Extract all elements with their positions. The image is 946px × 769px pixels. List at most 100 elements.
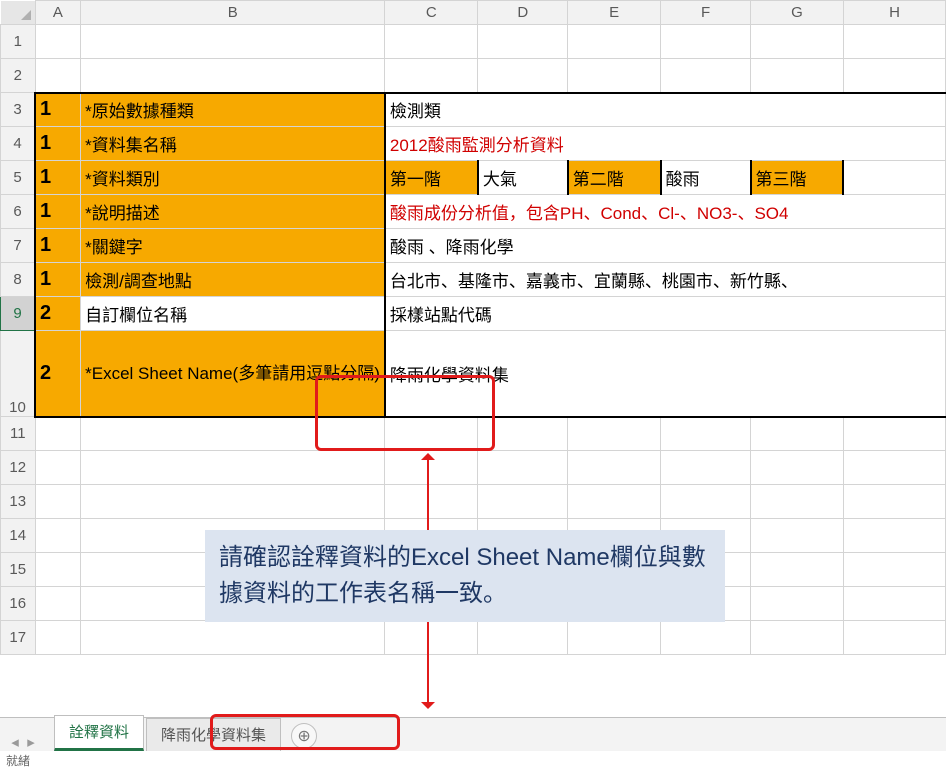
- cell[interactable]: [385, 587, 478, 621]
- tab-nav-prev-icon[interactable]: ◂: [8, 733, 22, 751]
- cell[interactable]: [661, 485, 751, 519]
- col-header-F[interactable]: F: [661, 1, 751, 25]
- col-header-G[interactable]: G: [751, 1, 844, 25]
- cell[interactable]: [35, 59, 81, 93]
- cell[interactable]: [568, 417, 661, 451]
- cell[interactable]: [568, 25, 661, 59]
- cell[interactable]: [385, 519, 478, 553]
- cell[interactable]: [81, 587, 385, 621]
- cell[interactable]: [661, 25, 751, 59]
- cell-B5[interactable]: *資料類別: [81, 161, 385, 195]
- cell[interactable]: [843, 519, 945, 553]
- col-header-C[interactable]: C: [385, 1, 478, 25]
- cell-A8[interactable]: 1: [35, 263, 81, 297]
- row-header-1[interactable]: 1: [1, 25, 36, 59]
- cell[interactable]: [568, 59, 661, 93]
- row-header-14[interactable]: 14: [1, 519, 36, 553]
- cell[interactable]: [385, 417, 478, 451]
- cell[interactable]: [751, 417, 844, 451]
- cell-B6[interactable]: *說明描述: [81, 195, 385, 229]
- cell[interactable]: [843, 553, 945, 587]
- col-header-E[interactable]: E: [568, 1, 661, 25]
- row-header-8[interactable]: 8: [1, 263, 36, 297]
- row-header-9[interactable]: 9: [1, 297, 36, 331]
- col-header-A[interactable]: A: [35, 1, 81, 25]
- cell-D5[interactable]: 大氣: [478, 161, 568, 195]
- cell[interactable]: [843, 59, 945, 93]
- cell[interactable]: [478, 485, 568, 519]
- cell-H5[interactable]: [843, 161, 945, 195]
- cell-C6[interactable]: 酸雨成份分析值，包含PH、Cond、Cl-、NO3-、SO4: [385, 195, 946, 229]
- cell-C7[interactable]: 酸雨 、降雨化學: [385, 229, 946, 263]
- cell[interactable]: [81, 485, 385, 519]
- cell[interactable]: [661, 621, 751, 655]
- cell[interactable]: [478, 25, 568, 59]
- row-header-15[interactable]: 15: [1, 553, 36, 587]
- cell-B7[interactable]: *關鍵字: [81, 229, 385, 263]
- cell[interactable]: [568, 451, 661, 485]
- row-header-13[interactable]: 13: [1, 485, 36, 519]
- cell[interactable]: [385, 553, 478, 587]
- cell[interactable]: [35, 25, 81, 59]
- cell[interactable]: [385, 451, 478, 485]
- cell[interactable]: [478, 59, 568, 93]
- cell[interactable]: [843, 485, 945, 519]
- cell[interactable]: [81, 451, 385, 485]
- cell[interactable]: [751, 553, 844, 587]
- cell[interactable]: [751, 587, 844, 621]
- cell-C10[interactable]: 降雨化學資料集: [385, 331, 946, 417]
- cell-B4[interactable]: *資料集名稱: [81, 127, 385, 161]
- cell[interactable]: [81, 25, 385, 59]
- row-header-12[interactable]: 12: [1, 451, 36, 485]
- cell[interactable]: [661, 553, 751, 587]
- cell[interactable]: [843, 621, 945, 655]
- cell-F5[interactable]: 酸雨: [661, 161, 751, 195]
- cell[interactable]: [751, 519, 844, 553]
- tab-nav-buttons[interactable]: ◂ ▸: [8, 733, 38, 751]
- cell[interactable]: [568, 587, 661, 621]
- cell-A4[interactable]: 1: [35, 127, 81, 161]
- cell[interactable]: [385, 59, 478, 93]
- cell[interactable]: [478, 553, 568, 587]
- cell[interactable]: [661, 59, 751, 93]
- cell[interactable]: [751, 621, 844, 655]
- cell-C5[interactable]: 第一階: [385, 161, 478, 195]
- cell[interactable]: [843, 451, 945, 485]
- cell[interactable]: [81, 621, 385, 655]
- cell[interactable]: [751, 485, 844, 519]
- cell-G5[interactable]: 第三階: [751, 161, 844, 195]
- cell-C8[interactable]: 台北市、基隆市、嘉義市、宜蘭縣、桃園市、新竹縣、: [385, 263, 946, 297]
- row-header-16[interactable]: 16: [1, 587, 36, 621]
- cell-C3[interactable]: 檢測類: [385, 93, 946, 127]
- cell-E5[interactable]: 第二階: [568, 161, 661, 195]
- add-sheet-button[interactable]: ⊕: [291, 723, 317, 749]
- cell[interactable]: [35, 417, 81, 451]
- cell[interactable]: [568, 621, 661, 655]
- cell-A5[interactable]: 1: [35, 161, 81, 195]
- row-header-2[interactable]: 2: [1, 59, 36, 93]
- cell-A7[interactable]: 1: [35, 229, 81, 263]
- cell[interactable]: [478, 519, 568, 553]
- cell[interactable]: [661, 417, 751, 451]
- cell[interactable]: [478, 417, 568, 451]
- cell[interactable]: [35, 587, 81, 621]
- col-header-D[interactable]: D: [478, 1, 568, 25]
- cell[interactable]: [661, 519, 751, 553]
- col-header-B[interactable]: B: [81, 1, 385, 25]
- row-header-4[interactable]: 4: [1, 127, 36, 161]
- cell[interactable]: [35, 621, 81, 655]
- cell[interactable]: [385, 25, 478, 59]
- cell[interactable]: [81, 59, 385, 93]
- row-header-7[interactable]: 7: [1, 229, 36, 263]
- cell[interactable]: [385, 485, 478, 519]
- cell[interactable]: [568, 485, 661, 519]
- cell[interactable]: [751, 451, 844, 485]
- cell-B8[interactable]: 檢測/調查地點: [81, 263, 385, 297]
- col-header-H[interactable]: H: [843, 1, 945, 25]
- cell[interactable]: [568, 553, 661, 587]
- cell-B10[interactable]: *Excel Sheet Name(多筆請用逗點分隔): [81, 331, 385, 417]
- cell[interactable]: [35, 485, 81, 519]
- row-header-17[interactable]: 17: [1, 621, 36, 655]
- cell[interactable]: [843, 25, 945, 59]
- cell-C9[interactable]: 採樣站點代碼: [385, 297, 946, 331]
